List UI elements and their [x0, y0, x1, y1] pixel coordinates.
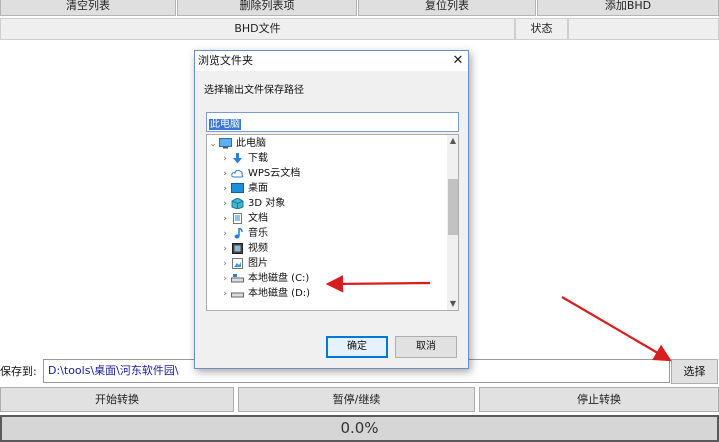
tree-item-drive-d[interactable]: › 本地磁盘 (D:)	[219, 286, 310, 301]
video-icon	[232, 242, 243, 254]
chevron-down-icon[interactable]: ⌄	[207, 137, 219, 152]
column-header-status[interactable]: 状态	[515, 18, 568, 40]
select-folder-button[interactable]: 选择	[671, 359, 718, 384]
browse-folder-dialog: 浏览文件夹 ✕ 选择输出文件保存路径 此电脑 ⌄ 此电脑 › 下载 › WPS云文档 …	[194, 50, 469, 369]
picture-icon	[232, 257, 243, 269]
scroll-up-icon[interactable]: ▲	[447, 135, 458, 147]
chevron-right-icon[interactable]: ›	[219, 287, 231, 302]
tree-item-wps-cloud[interactable]: › WPS云文档	[219, 166, 300, 181]
tree-label: 图片	[248, 258, 268, 269]
tree-label: 本地磁盘 (D:)	[248, 288, 311, 299]
download-arrow-icon	[233, 152, 242, 163]
chevron-right-icon[interactable]: ›	[219, 167, 231, 182]
tree-item-desktop[interactable]: › 桌面	[219, 181, 268, 196]
folder-edit-value: 此电脑	[209, 119, 241, 130]
chevron-right-icon[interactable]: ›	[219, 227, 231, 242]
scrollbar-thumb[interactable]	[448, 179, 458, 235]
dialog-description: 选择输出文件保存路径	[204, 85, 304, 96]
save-to-label: 保存到:	[0, 365, 37, 378]
chevron-right-icon[interactable]: ›	[219, 197, 231, 212]
pause-resume-button[interactable]: 暂停/继续	[238, 387, 475, 412]
chevron-right-icon[interactable]: ›	[219, 212, 231, 227]
chevron-right-icon[interactable]: ›	[219, 257, 231, 272]
tree-item-videos[interactable]: › 视频	[219, 241, 268, 256]
stop-convert-button[interactable]: 停止转换	[479, 387, 719, 412]
column-header-empty	[568, 18, 719, 40]
tree-item-pictures[interactable]: › 图片	[219, 256, 268, 271]
chevron-right-icon[interactable]: ›	[219, 182, 231, 197]
tree-item-drive-c[interactable]: › 本地磁盘 (C:)	[219, 271, 309, 286]
progress-bar: 0.0%	[0, 415, 719, 442]
folder-tree[interactable]: ⌄ 此电脑 › 下载 › WPS云文档 › 桌面 › 3D 对象 › 文档 › 音乐 › 视频 …	[206, 134, 459, 311]
tree-label: 文档	[248, 213, 268, 224]
cloud-icon	[231, 169, 244, 177]
start-convert-button[interactable]: 开始转换	[0, 387, 234, 412]
ok-button[interactable]: 确定	[326, 336, 388, 358]
music-note-icon	[234, 227, 243, 238]
tree-label: 桌面	[248, 183, 268, 194]
folder-edit-field[interactable]: 此电脑	[206, 112, 459, 132]
column-header-file[interactable]: BHD文件	[0, 18, 515, 40]
tree-item-this-pc[interactable]: ⌄ 此电脑	[207, 136, 266, 151]
tree-label: 下载	[248, 153, 268, 164]
chevron-right-icon[interactable]: ›	[219, 242, 231, 257]
chevron-right-icon[interactable]: ›	[219, 152, 231, 167]
delete-item-button[interactable]: 删除列表项	[177, 0, 357, 16]
drive-icon	[231, 292, 244, 297]
chevron-right-icon[interactable]: ›	[219, 272, 231, 287]
tree-label: 视频	[248, 243, 268, 254]
tree-label: 音乐	[248, 228, 268, 239]
tree-label: 3D 对象	[248, 198, 286, 209]
cancel-button[interactable]: 取消	[395, 336, 457, 358]
clear-list-button[interactable]: 清空列表	[0, 0, 176, 16]
computer-icon	[219, 137, 232, 148]
reset-list-button[interactable]: 复位列表	[358, 0, 536, 16]
dialog-title: 浏览文件夹	[195, 51, 468, 71]
scroll-down-icon[interactable]: ▼	[447, 298, 458, 310]
tree-label: WPS云文档	[248, 168, 301, 179]
document-icon	[233, 212, 242, 224]
tree-item-downloads[interactable]: › 下载	[219, 151, 268, 166]
progress-text: 0.0%	[340, 419, 379, 437]
tree-item-music[interactable]: › 音乐	[219, 226, 268, 241]
tree-scrollbar[interactable]: ▲ ▼	[447, 135, 458, 310]
tree-label: 本地磁盘 (C:)	[248, 273, 310, 284]
add-bhd-button[interactable]: 添加BHD	[537, 0, 719, 16]
tree-item-documents[interactable]: › 文档	[219, 211, 268, 226]
tree-label: 此电脑	[236, 138, 266, 149]
desktop-icon	[231, 182, 244, 193]
close-icon[interactable]: ✕	[449, 52, 467, 70]
cube-icon	[231, 197, 244, 209]
tree-item-3d-objects[interactable]: › 3D 对象	[219, 196, 285, 211]
drive-icon	[231, 273, 244, 282]
